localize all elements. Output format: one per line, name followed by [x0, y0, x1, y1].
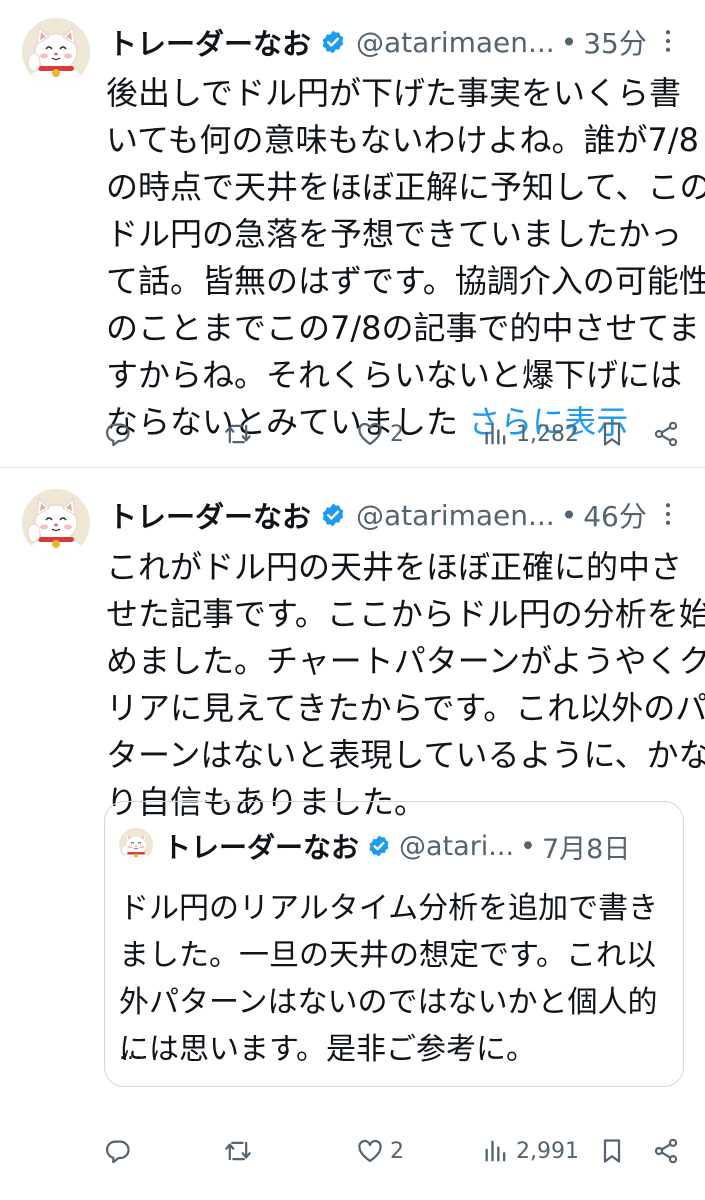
quoted-author-name: トレーダーなお [163, 831, 360, 864]
text-line: のことまでこの7/8の記事で的中させてま [106, 309, 700, 347]
timestamp[interactable]: 35分 [583, 22, 647, 62]
tweet[interactable]: トレーダーなお @atarimaen... • 35分 後出しでドル円が下げた事… [0, 0, 705, 468]
text-line: せた記事です。ここからドル円の分析を始 [106, 595, 705, 633]
tweet-header: トレーダーなお @atarimaen... • 35分 [108, 20, 685, 64]
like-button[interactable]: 2 [356, 1133, 404, 1169]
retweet-button[interactable] [224, 416, 258, 452]
more-icon[interactable] [653, 26, 683, 56]
maneki-neko-avatar-icon [22, 489, 90, 557]
action-bar: 2 1,282 [104, 416, 689, 452]
verified-badge-icon [320, 29, 346, 55]
share-button[interactable] [652, 1133, 680, 1169]
quoted-ellipsis: ... [119, 1040, 143, 1065]
author-handle[interactable]: @atarimaen... [356, 499, 555, 532]
text-line: 後出しでドル円が下げた事実をいくら書 [106, 74, 682, 112]
reply-button[interactable] [104, 416, 138, 452]
bookmark-icon [598, 420, 626, 448]
quoted-timestamp: 7月8日 [541, 833, 631, 865]
views-button[interactable]: 2,991 [482, 1133, 579, 1169]
avatar[interactable] [22, 489, 90, 557]
timeline-feed: トレーダーなお @atarimaen... • 35分 後出しでドル円が下げた事… [0, 0, 705, 1200]
quoted-tweet[interactable]: トレーダーなお @atari... • 7月8日 ドル円のリアルタイム分析を追加… [104, 801, 684, 1087]
avatar[interactable] [22, 18, 90, 86]
quoted-text: ドル円のリアルタイム分析を追加で書き ました。一旦の天井の想定です。これ以 外パ… [119, 885, 679, 1073]
text-line: リアに見えてきたからです。これ以外のパ [106, 689, 705, 727]
like-button[interactable]: 2 [356, 416, 404, 452]
separator-dot: • [520, 830, 536, 862]
text-line: て話。皆無のはずです。協調介入の可能性 [106, 262, 705, 300]
like-count: 2 [390, 1138, 404, 1164]
verified-badge-icon [320, 502, 346, 528]
bookmark-button[interactable] [598, 416, 626, 452]
retweet-icon [224, 1137, 252, 1165]
timestamp[interactable]: 46分 [583, 495, 647, 535]
reply-button[interactable] [104, 1133, 138, 1169]
view-count: 1,282 [516, 421, 579, 447]
text-line: 外パターンはないのではないかと個人的 [119, 985, 658, 1020]
views-icon [482, 420, 510, 448]
quoted-avatar [119, 828, 153, 862]
reply-icon [104, 420, 132, 448]
maneki-neko-avatar-icon [119, 828, 153, 862]
separator-dot: • [560, 25, 578, 59]
maneki-neko-avatar-icon [22, 18, 90, 86]
text-line: これがドル円の天井をほぼ正確に的中さ [106, 548, 683, 586]
author-handle[interactable]: @atarimaen... [356, 26, 555, 59]
text-line: すからね。それくらいないと爆下げには [106, 356, 683, 394]
share-icon [652, 1137, 680, 1165]
share-icon [652, 420, 680, 448]
author-name[interactable]: トレーダーなお [108, 494, 311, 536]
like-icon [356, 420, 384, 448]
text-line: には思います。是非ご参考に。 [119, 1032, 536, 1067]
tweet-text: これがドル円の天井をほぼ正確に的中さ せた記事です。ここからドル円の分析を始 め… [106, 544, 705, 826]
text-line: ました。一旦の天井の想定です。これ以 [119, 938, 656, 973]
tweet-text: 後出しでドル円が下げた事実をいくら書 いても何の意味もないわけよね。誰が7/8 … [106, 70, 705, 446]
view-count: 2,991 [516, 1138, 579, 1164]
reply-icon [104, 1137, 132, 1165]
text-line: いても何の意味もないわけよね。誰が7/8 [106, 121, 699, 159]
text-line: ドル円の急落を予想できていましたかっ [106, 215, 683, 253]
retweet-button[interactable] [224, 1133, 258, 1169]
action-bar: 2 2,991 [104, 1133, 689, 1169]
tweet-header: トレーダーなお @atarimaen... • 46分 [108, 493, 685, 537]
bookmark-button[interactable] [598, 1133, 626, 1169]
more-icon[interactable] [653, 499, 683, 529]
quoted-author-handle: @atari... [399, 830, 515, 862]
views-button[interactable]: 1,282 [482, 416, 579, 452]
separator-dot: • [560, 498, 578, 532]
views-icon [482, 1137, 510, 1165]
text-line: ドル円のリアルタイム分析を追加で書き [119, 891, 659, 926]
author-name[interactable]: トレーダーなお [108, 21, 311, 63]
quoted-header: トレーダーなお @atari... • 7月8日 [163, 826, 669, 866]
verified-badge-icon [367, 834, 391, 858]
bookmark-icon [598, 1137, 626, 1165]
like-icon [356, 1137, 384, 1165]
share-button[interactable] [652, 416, 680, 452]
tweet[interactable]: トレーダーなお @atarimaen... • 46分 これがドル円の天井をほぼ… [0, 469, 705, 1200]
text-line: の時点で天井をほぼ正解に予知して、この [106, 168, 705, 206]
tweet-divider [0, 467, 705, 468]
text-line: めました。チャートパターンがようやくク [106, 642, 705, 680]
retweet-icon [224, 420, 252, 448]
like-count: 2 [390, 421, 404, 447]
text-line: ターンはないと表現しているように、かな [106, 736, 705, 774]
